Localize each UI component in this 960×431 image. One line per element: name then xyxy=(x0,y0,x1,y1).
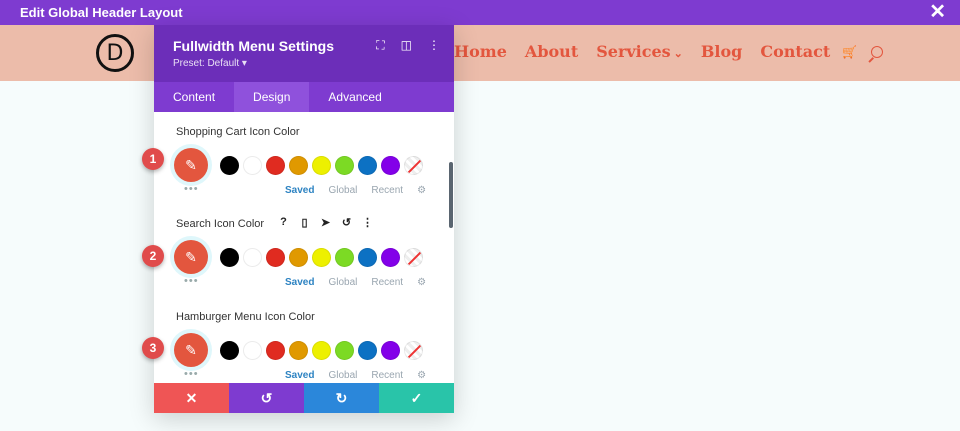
swatch-purple[interactable] xyxy=(381,156,400,175)
close-icon[interactable]: ✕ xyxy=(929,1,946,23)
panel-footer: ✕ ↺ ↻ ✓ xyxy=(154,383,454,413)
swatch-yellow[interactable] xyxy=(312,248,331,267)
callout-marker-1: 1 xyxy=(142,148,164,170)
swatch-black[interactable] xyxy=(220,248,239,267)
palette-links: Saved Global Recent ⚙ xyxy=(285,185,426,196)
swatch-orange[interactable] xyxy=(289,341,308,360)
nav-item-about[interactable]: About xyxy=(525,42,578,61)
nav-item-services[interactable]: Services ⌄ xyxy=(596,42,683,61)
undo-button[interactable]: ↺ xyxy=(229,383,304,413)
nav-item-contact[interactable]: Contact xyxy=(760,42,830,61)
nav-item-blog[interactable]: Blog xyxy=(701,42,742,61)
cart-icon[interactable]: 🛒 xyxy=(842,45,857,59)
swatch-green[interactable] xyxy=(335,248,354,267)
tab-design[interactable]: Design xyxy=(234,82,310,112)
search-icon[interactable] xyxy=(871,45,884,58)
recent-link[interactable]: Recent xyxy=(371,277,403,288)
swatch-clear[interactable] xyxy=(404,248,423,267)
split-view-icon[interactable]: ◫ xyxy=(401,38,412,53)
group-label: Hamburger Menu Icon Color xyxy=(176,311,315,323)
saved-link[interactable]: Saved xyxy=(285,370,314,381)
eyedropper-icon: ✎ xyxy=(185,248,197,265)
logo[interactable]: D xyxy=(96,34,134,72)
eyedropper-icon: ✎ xyxy=(185,156,197,173)
color-swatches xyxy=(220,341,423,360)
swatch-white[interactable] xyxy=(243,156,262,175)
panel-title: Fullwidth Menu Settings xyxy=(173,38,334,54)
swatch-blue[interactable] xyxy=(358,341,377,360)
group-label: Search Icon Color xyxy=(176,218,265,230)
chevron-down-icon: ⌄ xyxy=(673,47,683,60)
panel-header: Fullwidth Menu Settings Preset: Default … xyxy=(154,25,454,82)
saved-link[interactable]: Saved xyxy=(285,185,314,196)
palette-links: Saved Global Recent ⚙ xyxy=(285,277,426,288)
color-picker-button[interactable]: ✎ xyxy=(174,240,208,274)
mobile-icon[interactable]: ▯ xyxy=(297,216,312,229)
cancel-button[interactable]: ✕ xyxy=(154,383,229,413)
saved-link[interactable]: Saved xyxy=(285,277,314,288)
swatch-black[interactable] xyxy=(220,341,239,360)
expand-icon[interactable]: ⛶ xyxy=(376,38,384,53)
recent-link[interactable]: Recent xyxy=(371,370,403,381)
swatch-blue[interactable] xyxy=(358,248,377,267)
swatch-clear[interactable] xyxy=(404,341,423,360)
gear-icon[interactable]: ⚙ xyxy=(417,370,426,381)
more-options-icon[interactable]: ⋮ xyxy=(428,38,440,53)
main-nav: Home About Services ⌄ Blog Contact 🛒 xyxy=(454,42,884,61)
swatch-red[interactable] xyxy=(266,341,285,360)
more-options-icon[interactable]: ⋮ xyxy=(360,216,375,229)
swatch-purple[interactable] xyxy=(381,248,400,267)
redo-button[interactable]: ↻ xyxy=(304,383,379,413)
swatch-red[interactable] xyxy=(266,156,285,175)
global-link[interactable]: Global xyxy=(328,185,357,196)
panel-tabs: Content Design Advanced xyxy=(154,82,454,112)
field-tools: ? ▯ ➤ ↺ ⋮ xyxy=(276,216,375,229)
tab-advanced[interactable]: Advanced xyxy=(309,82,400,112)
scrollbar[interactable] xyxy=(449,162,453,228)
swatch-orange[interactable] xyxy=(289,156,308,175)
color-picker-button[interactable]: ✎ xyxy=(174,148,208,182)
more-dots[interactable]: ••• xyxy=(184,368,199,380)
swatch-red[interactable] xyxy=(266,248,285,267)
site-header: D Home About Services ⌄ Blog Contact 🛒 xyxy=(0,25,960,81)
color-swatches xyxy=(220,248,423,267)
group-label: Shopping Cart Icon Color xyxy=(176,126,300,138)
save-button[interactable]: ✓ xyxy=(379,383,454,413)
settings-panel: Fullwidth Menu Settings Preset: Default … xyxy=(154,25,454,413)
swatch-white[interactable] xyxy=(243,341,262,360)
eyedropper-icon: ✎ xyxy=(185,341,197,358)
preset-selector[interactable]: Preset: Default ▾ xyxy=(173,58,247,69)
swatch-green[interactable] xyxy=(335,156,354,175)
panel-header-icons: ⛶ ◫ ⋮ xyxy=(376,38,440,53)
callout-marker-2: 2 xyxy=(142,245,164,267)
global-link[interactable]: Global xyxy=(328,277,357,288)
swatch-blue[interactable] xyxy=(358,156,377,175)
reset-icon[interactable]: ↺ xyxy=(339,216,354,229)
swatch-purple[interactable] xyxy=(381,341,400,360)
recent-link[interactable]: Recent xyxy=(371,185,403,196)
top-bar: Edit Global Header Layout ✕ xyxy=(0,0,960,25)
layout-title: Edit Global Header Layout xyxy=(20,5,183,20)
swatch-black[interactable] xyxy=(220,156,239,175)
nav-item-home[interactable]: Home xyxy=(454,42,507,61)
gear-icon[interactable]: ⚙ xyxy=(417,185,426,196)
swatch-white[interactable] xyxy=(243,248,262,267)
more-dots[interactable]: ••• xyxy=(184,275,199,287)
palette-links: Saved Global Recent ⚙ xyxy=(285,370,426,381)
color-picker-button[interactable]: ✎ xyxy=(174,333,208,367)
help-icon[interactable]: ? xyxy=(276,216,291,229)
swatch-orange[interactable] xyxy=(289,248,308,267)
swatch-clear[interactable] xyxy=(404,156,423,175)
color-swatches xyxy=(220,156,423,175)
panel-body: Shopping Cart Icon Color ✎ ••• Saved Glo… xyxy=(154,112,454,383)
global-link[interactable]: Global xyxy=(328,370,357,381)
swatch-green[interactable] xyxy=(335,341,354,360)
gear-icon[interactable]: ⚙ xyxy=(417,277,426,288)
callout-marker-3: 3 xyxy=(142,337,164,359)
more-dots[interactable]: ••• xyxy=(184,183,199,195)
swatch-yellow[interactable] xyxy=(312,341,331,360)
swatch-yellow[interactable] xyxy=(312,156,331,175)
tab-content[interactable]: Content xyxy=(154,82,234,112)
cursor-icon[interactable]: ➤ xyxy=(318,216,333,229)
